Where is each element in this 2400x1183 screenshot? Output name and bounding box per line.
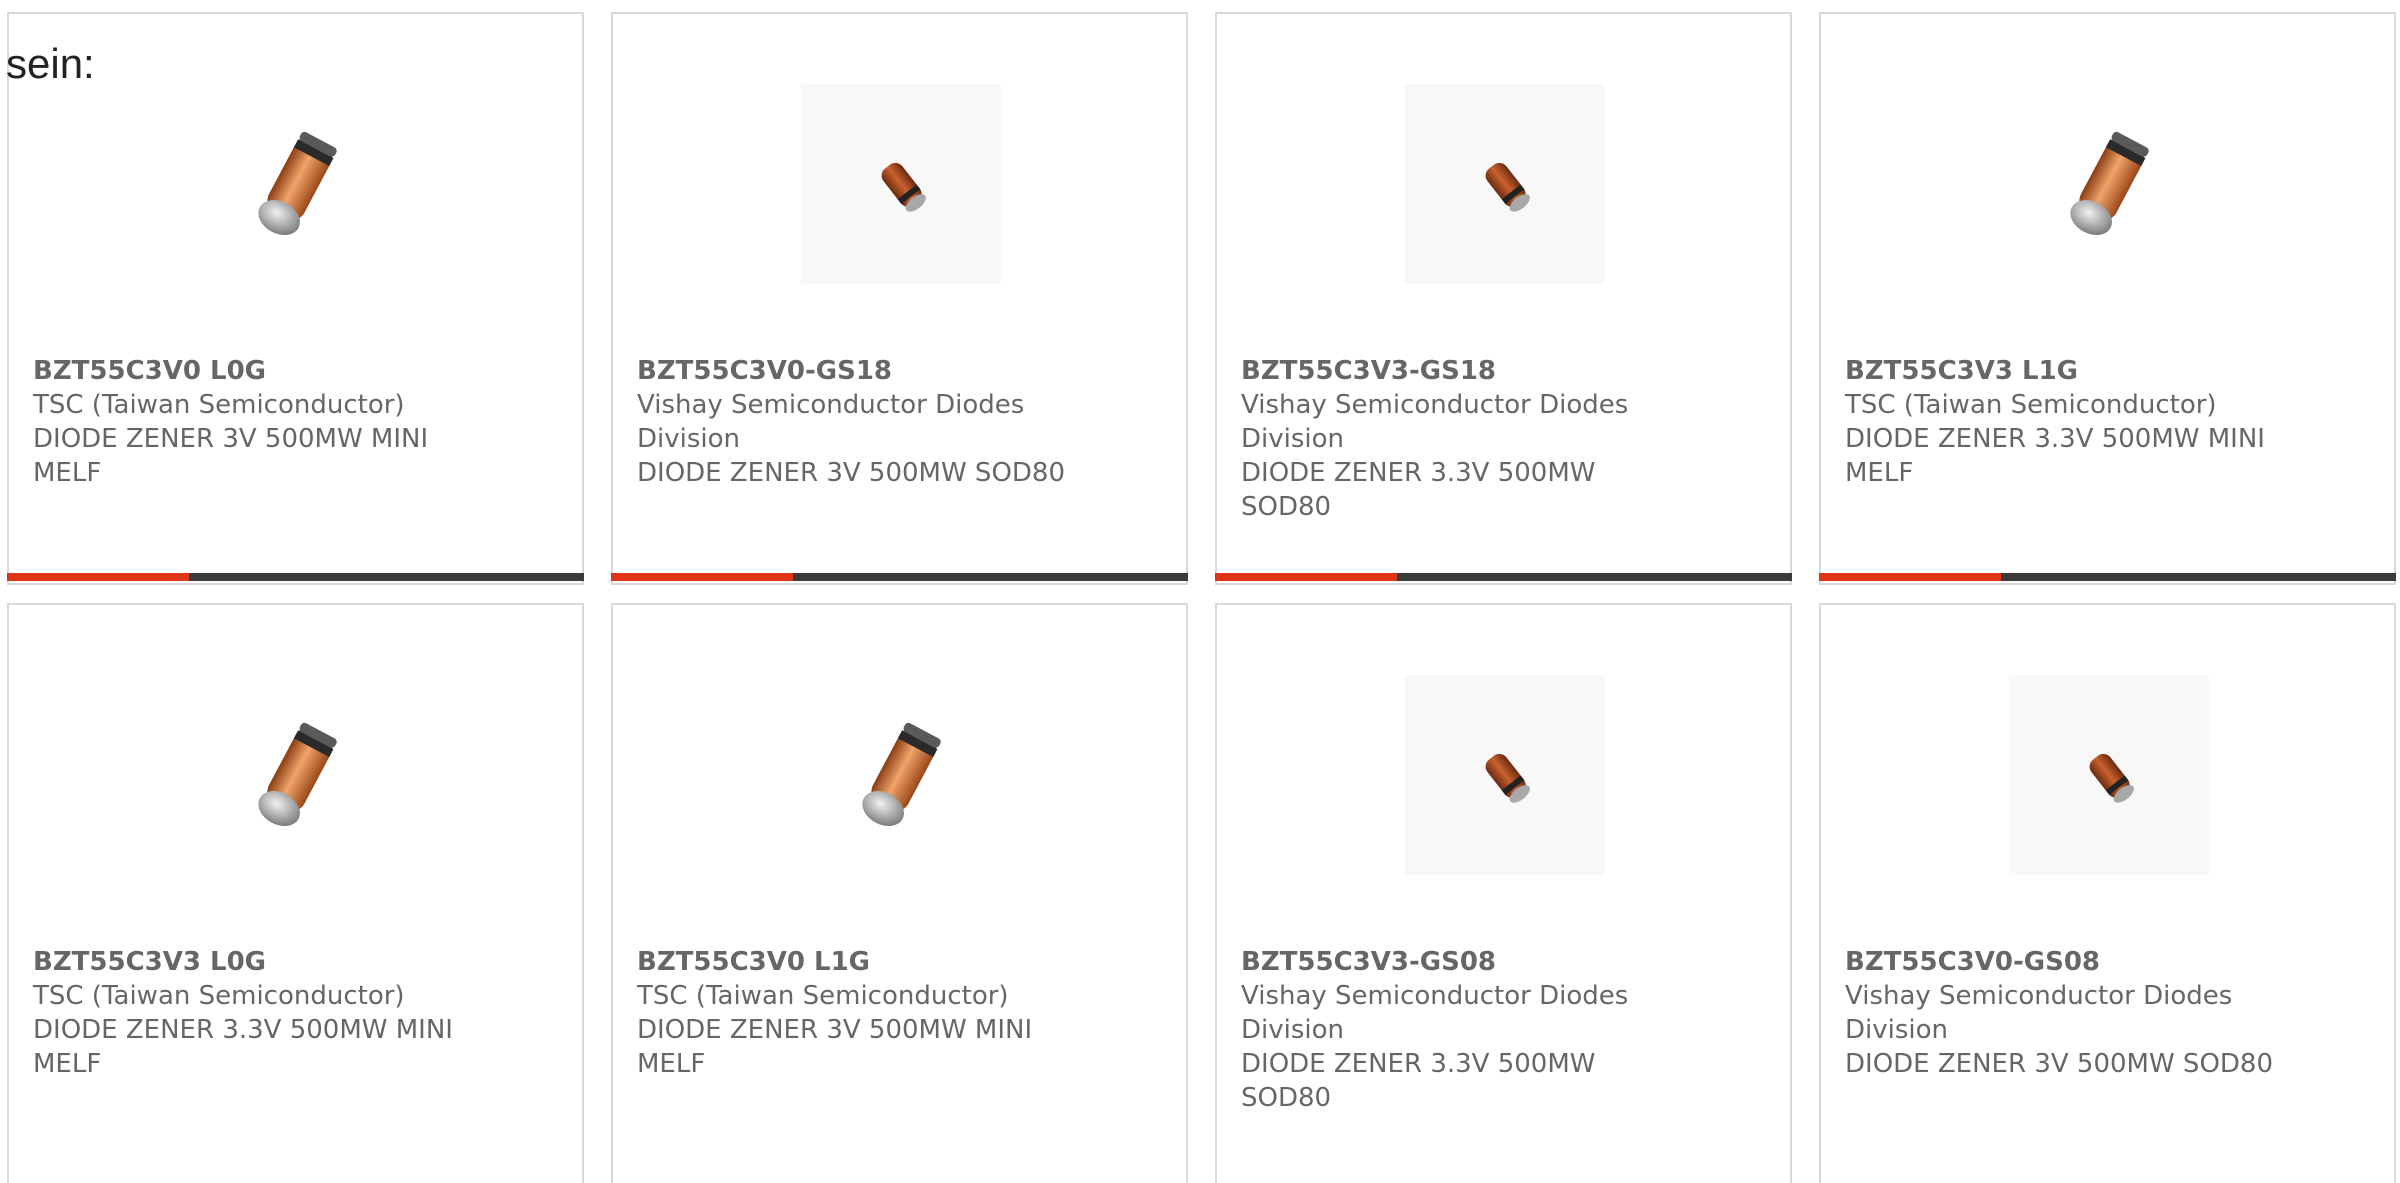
product-info: BZT55C3V3 L0G TSC (Taiwan Semiconductor)… bbox=[33, 945, 463, 1081]
card-accent-bar bbox=[1215, 573, 1792, 581]
manufacturer: Vishay Semiconductor Diodes Division bbox=[637, 390, 1025, 454]
sod80-diode-icon bbox=[2009, 675, 2209, 875]
card-accent-bar bbox=[1819, 573, 2396, 581]
sod80-diode-icon bbox=[801, 84, 1001, 284]
sod80-diode-icon bbox=[1405, 675, 1605, 875]
card-accent-bar bbox=[611, 573, 1188, 581]
product-card[interactable]: BZT55C3V3-GS08 Vishay Semiconductor Diod… bbox=[1215, 603, 1792, 1183]
mini-melf-diode-icon bbox=[801, 675, 1001, 875]
part-number[interactable]: BZT55C3V0 L0G bbox=[33, 354, 463, 388]
product-info: BZT55C3V3-GS18 Vishay Semiconductor Diod… bbox=[1241, 354, 1671, 524]
description: DIODE ZENER 3V 500MW SOD80 bbox=[637, 458, 1066, 488]
manufacturer: TSC (Taiwan Semiconductor) bbox=[33, 390, 405, 420]
product-info: BZT55C3V0-GS18 Vishay Semiconductor Diod… bbox=[637, 354, 1067, 490]
product-card[interactable]: BZT55C3V3 L1G TSC (Taiwan Semiconductor)… bbox=[1819, 12, 2396, 585]
description: DIODE ZENER 3V 500MW SOD80 bbox=[1845, 1049, 2274, 1079]
product-card[interactable]: BZT55C3V0-GS18 Vishay Semiconductor Diod… bbox=[611, 12, 1188, 585]
mini-melf-diode-icon bbox=[197, 84, 397, 284]
product-info: BZT55C3V3 L1G TSC (Taiwan Semiconductor)… bbox=[1845, 354, 2275, 490]
manufacturer: Vishay Semiconductor Diodes Division bbox=[1845, 981, 2233, 1045]
product-card[interactable]: BZT55C3V3 L0G TSC (Taiwan Semiconductor)… bbox=[7, 603, 584, 1183]
product-grid: BZT55C3V0 L0G TSC (Taiwan Semiconductor)… bbox=[0, 0, 2400, 1183]
product-info: BZT55C3V0 L1G TSC (Taiwan Semiconductor)… bbox=[637, 945, 1067, 1081]
description: DIODE ZENER 3V 500MW MINI MELF bbox=[637, 1015, 1033, 1079]
sod80-diode-icon bbox=[1405, 84, 1605, 284]
part-number[interactable]: BZT55C3V3 L0G bbox=[33, 945, 463, 979]
product-card[interactable]: BZT55C3V0 L1G TSC (Taiwan Semiconductor)… bbox=[611, 603, 1188, 1183]
part-number[interactable]: BZT55C3V3-GS18 bbox=[1241, 354, 1671, 388]
product-card[interactable]: BZT55C3V0-GS08 Vishay Semiconductor Diod… bbox=[1819, 603, 2396, 1183]
description: DIODE ZENER 3.3V 500MW MINI MELF bbox=[1845, 424, 2265, 488]
part-number[interactable]: BZT55C3V0-GS08 bbox=[1845, 945, 2275, 979]
product-info: BZT55C3V0-GS08 Vishay Semiconductor Diod… bbox=[1845, 945, 2275, 1081]
product-info: BZT55C3V3-GS08 Vishay Semiconductor Diod… bbox=[1241, 945, 1671, 1115]
manufacturer: Vishay Semiconductor Diodes Division bbox=[1241, 981, 1629, 1045]
intro-text: sein: bbox=[6, 40, 95, 87]
card-accent-fill bbox=[7, 573, 189, 581]
product-card[interactable]: BZT55C3V0 L0G TSC (Taiwan Semiconductor)… bbox=[7, 12, 584, 585]
manufacturer: TSC (Taiwan Semiconductor) bbox=[1845, 390, 2217, 420]
part-number[interactable]: BZT55C3V0 L1G bbox=[637, 945, 1067, 979]
part-number[interactable]: BZT55C3V0-GS18 bbox=[637, 354, 1067, 388]
manufacturer: TSC (Taiwan Semiconductor) bbox=[637, 981, 1009, 1011]
card-accent-fill bbox=[611, 573, 793, 581]
mini-melf-diode-icon bbox=[197, 675, 397, 875]
card-accent-fill bbox=[1215, 573, 1397, 581]
card-accent-fill bbox=[1819, 573, 2001, 581]
product-info: BZT55C3V0 L0G TSC (Taiwan Semiconductor)… bbox=[33, 354, 463, 490]
description: DIODE ZENER 3.3V 500MW SOD80 bbox=[1241, 458, 1596, 522]
manufacturer: TSC (Taiwan Semiconductor) bbox=[33, 981, 405, 1011]
part-number[interactable]: BZT55C3V3-GS08 bbox=[1241, 945, 1671, 979]
part-number[interactable]: BZT55C3V3 L1G bbox=[1845, 354, 2275, 388]
mini-melf-diode-icon bbox=[2009, 84, 2209, 284]
manufacturer: Vishay Semiconductor Diodes Division bbox=[1241, 390, 1629, 454]
description: DIODE ZENER 3V 500MW MINI MELF bbox=[33, 424, 429, 488]
description: DIODE ZENER 3.3V 500MW MINI MELF bbox=[33, 1015, 453, 1079]
description: DIODE ZENER 3.3V 500MW SOD80 bbox=[1241, 1049, 1596, 1113]
card-accent-bar bbox=[7, 573, 584, 581]
product-card[interactable]: BZT55C3V3-GS18 Vishay Semiconductor Diod… bbox=[1215, 12, 1792, 585]
